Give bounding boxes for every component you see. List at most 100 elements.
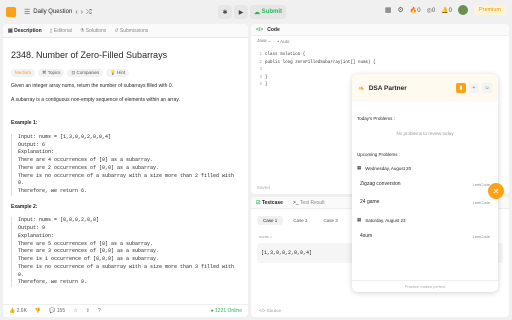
coin-count: 0	[431, 7, 436, 14]
code-line: class Solution {	[265, 53, 306, 57]
language-label: Java	[257, 38, 267, 43]
source-button[interactable]: </> Source	[259, 308, 281, 313]
like-button[interactable]: 👍 2.6K	[9, 308, 27, 314]
example-1-line: There are 2 occurrences of [0,0] as a su…	[18, 164, 160, 171]
code-header: </> Code	[251, 24, 509, 36]
left-tabs: ▤ Description ▯ Editorial ⚗ Solutions ↺ …	[3, 24, 248, 38]
tab-editorial[interactable]: ▯ Editorial	[50, 28, 72, 34]
next-icon[interactable]: ›	[81, 9, 83, 16]
companies-chip[interactable]: ⊡ Companies	[67, 68, 104, 78]
comments-button[interactable]: 💬 155	[49, 308, 65, 314]
example-1-input: Input: nums = [1,3,0,0,2,0,0,4]	[18, 133, 112, 140]
upcoming-item[interactable]: 24 game LeetCode	[352, 199, 498, 205]
tab-submissions[interactable]: ↺ Submissions	[114, 28, 148, 34]
case-2-tab[interactable]: Case 2	[287, 216, 313, 225]
date-label: Wednesday, August 20	[365, 165, 412, 171]
case-1-tab[interactable]: Case 1	[257, 216, 284, 225]
comment-count: 155	[56, 308, 66, 314]
dsa-partner-fab[interactable]: ✕	[488, 183, 504, 199]
problem-title[interactable]: 2348. Number of Zero-Filled Subarrays	[11, 49, 240, 63]
companies-label: Companies	[76, 69, 100, 75]
hint-chip[interactable]: 💡 Hint	[106, 68, 130, 78]
share-icon[interactable]: ⇪	[86, 308, 90, 314]
topics-chip[interactable]: ⌘ Topics	[38, 68, 65, 78]
submit-button[interactable]: ☁ Submit	[250, 5, 287, 19]
layout-icon[interactable]: ▦	[385, 7, 392, 14]
description-panel: ▤ Description ▯ Editorial ⚗ Solutions ↺ …	[3, 24, 248, 317]
example-2-line: There are 5 occurrences of [0] as a suba…	[18, 240, 154, 247]
tab-solutions[interactable]: ⚗ Solutions	[80, 28, 106, 34]
dsa-header-buttons: ▮ + ☺	[456, 83, 492, 93]
upcoming-item-name: Zigzag conversion	[360, 181, 401, 187]
code-icon: </>	[256, 26, 264, 33]
run-button[interactable]: ▶	[234, 5, 248, 19]
date-label: Saturday, August 23	[365, 217, 406, 223]
settings-icon[interactable]: ⚙	[397, 7, 403, 14]
shuffle-icon[interactable]: ⤮	[86, 9, 92, 16]
example-2-explanation-label: Explanation:	[18, 232, 55, 239]
example-2-line: There is no occurrence of a subarray wit…	[18, 263, 235, 278]
example-1-line: There is no occurrence of a subarray wit…	[18, 172, 235, 187]
topbar-right: ▦ ⚙ 🔥0 ◎0 🔔0 Premium	[385, 5, 506, 15]
example-2-line: There are 3 occurrences of [0,0] as a su…	[18, 248, 160, 255]
debug-button[interactable]: ✱	[218, 5, 232, 19]
code-line: public long zeroFilledSubarray(int[] num…	[265, 60, 376, 65]
close-icon: ✕	[492, 186, 500, 196]
prev-icon[interactable]: ‹	[75, 9, 77, 16]
run-submit-group: ✱ ▶ ☁ Submit	[218, 5, 287, 19]
auto-toggle[interactable]: • Auto	[278, 39, 290, 44]
upcoming-label: Upcoming Problems :	[357, 152, 401, 157]
problem-chips: Medium ⌘ Topics ⊡ Companies 💡 Hint	[11, 68, 240, 78]
leaf-icon: ❧	[358, 83, 365, 93]
calendar-icon: ▦	[357, 165, 362, 170]
tab-test-result[interactable]: >_ Test Result	[293, 200, 325, 206]
difficulty-badge: Medium	[11, 68, 36, 78]
language-select[interactable]: Java ⌄	[257, 38, 272, 44]
streak-counter[interactable]: 🔥0	[410, 7, 421, 14]
example-2-output: Output: 9	[18, 225, 46, 231]
case-3-tab[interactable]: Case 3	[318, 216, 344, 225]
source-label: Source	[266, 308, 282, 313]
dislike-button[interactable]: 👎	[35, 308, 41, 314]
example-2-line: Therefore, we return 9.	[18, 279, 88, 286]
line-numbers: 12345	[259, 53, 262, 88]
bookmark-button[interactable]: ▮	[456, 83, 466, 93]
list-icon: ☰	[24, 8, 31, 16]
description-paragraph-1: Given an integer array nums, return the …	[11, 83, 174, 90]
tab-description-label: Description	[14, 27, 42, 34]
upcoming-item-tag: LeetCode	[472, 181, 490, 187]
profile-button[interactable]: ☺	[482, 83, 492, 93]
calendar-icon: ▦	[357, 217, 362, 222]
tab-editorial-label: Editorial	[53, 27, 72, 34]
top-bar: ☰ Daily Question ‹ › ⤮ ✱ ▶ ☁ Submit ▦ ⚙ …	[0, 0, 512, 24]
dsa-footer: Practice makes perfect	[352, 280, 498, 292]
dsa-header: ❧ DSA Partner ▮ + ☺	[352, 74, 498, 102]
upcoming-item[interactable]: 4sum LeetCode	[352, 233, 498, 239]
dsa-title: DSA Partner	[368, 84, 407, 92]
description-paragraph-2: A subarray is a contiguous non-empty seq…	[11, 96, 180, 103]
example-2-box: Input: nums = [0,0,0,2,0,0] Output: 9 Ex…	[11, 217, 240, 287]
avatar[interactable]	[457, 5, 468, 15]
upload-icon: ☁	[254, 9, 260, 16]
date-group-header: ▦ Saturday, August 23	[357, 217, 493, 223]
notification-counter[interactable]: 🔔0	[441, 7, 452, 14]
coin-counter[interactable]: ◎0	[427, 7, 436, 14]
problem-list-nav[interactable]: ☰ Daily Question ‹ › ⤮	[24, 9, 92, 16]
code-title: Code	[267, 26, 280, 33]
leetcode-logo[interactable]	[6, 7, 16, 17]
hint-label: Hint	[117, 69, 126, 75]
auto-label: Auto	[280, 38, 290, 44]
example-1-output: Output: 6	[18, 141, 46, 148]
tab-test-result-label: Test Result	[299, 199, 325, 206]
example-1-box: Input: nums = [1,3,0,0,2,0,0,4] Output: …	[11, 133, 240, 196]
add-button[interactable]: +	[469, 83, 479, 93]
problem-list-label[interactable]: Daily Question	[33, 9, 72, 15]
help-icon[interactable]: ?	[98, 308, 101, 314]
tab-submissions-label: Submissions	[119, 27, 149, 34]
tab-testcase[interactable]: ☑ Testcase	[256, 200, 283, 206]
upcoming-item[interactable]: Zigzag conversion LeetCode	[352, 181, 498, 187]
favorite-icon[interactable]: ☆	[73, 308, 77, 314]
example-2-input: Input: nums = [0,0,0,2,0,0]	[18, 217, 100, 224]
premium-button[interactable]: Premium	[473, 5, 506, 15]
tab-description[interactable]: ▤ Description	[8, 28, 42, 34]
